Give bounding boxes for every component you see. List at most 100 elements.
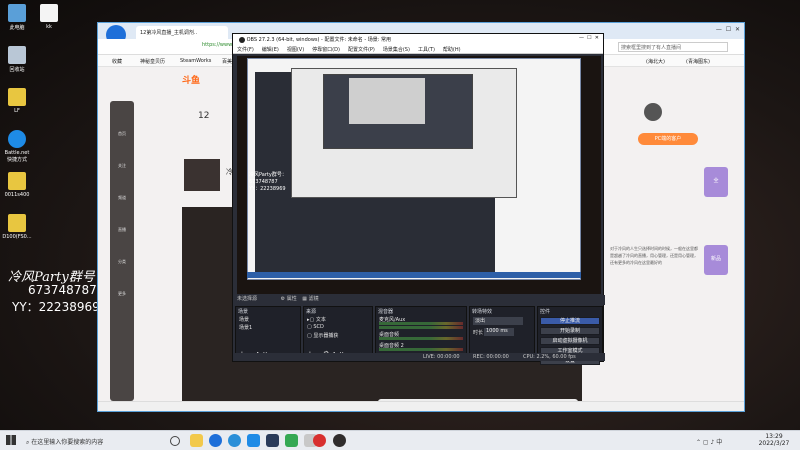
menu-item[interactable]: 停靠窗口(D) [308, 44, 344, 55]
battlenet-icon [8, 130, 26, 148]
document-icon [8, 88, 26, 106]
virtual-camera-button[interactable]: 启动虚拟摄像机 [540, 337, 600, 345]
taskbar: ⌕ 在这里输入你要搜索的内容 ⌃ ▢ ♪ 中 13:29 2022/3/27 [0, 430, 800, 450]
menu-item[interactable]: 场景集合(S) [379, 44, 414, 55]
video-thumbnail [184, 159, 220, 191]
audio-meter [379, 326, 463, 329]
browser-tab-title: 12第冷风直播_主机调剂.. [140, 30, 198, 36]
bookmark-item[interactable]: 收藏 [112, 58, 122, 65]
address-input[interactable]: https://www. [202, 42, 236, 52]
source-item[interactable]: ▸▢ 文本 [304, 315, 372, 323]
maximize-icon[interactable]: ☐ [587, 35, 591, 41]
audio-meter [379, 337, 463, 340]
bookmark-item[interactable]: SteamWorks [180, 58, 211, 64]
pc-client-badge[interactable]: PC端的客户 [638, 133, 698, 145]
start-button[interactable] [6, 435, 16, 445]
file-explorer-icon[interactable] [190, 434, 203, 447]
bookmark-item[interactable]: 神秘皇贝历 [140, 58, 165, 65]
sidebar-item[interactable]: 更多 [110, 291, 134, 297]
promo-card[interactable]: 新品 [704, 245, 728, 275]
maximize-icon[interactable]: ☐ [726, 26, 731, 33]
dock-title: 转场特效 [472, 309, 493, 315]
source-toolbar: 未选择源 ⚙ 属性 ▦ 滤镜 [233, 295, 605, 305]
menu-item[interactable]: 配置文件(P) [344, 44, 379, 55]
source-item[interactable]: ▢ SCD [304, 323, 372, 331]
desktop-icon-battlenet[interactable]: Battle.net 快捷方式 [0, 130, 34, 163]
sidebar-item[interactable]: 首页 [110, 131, 134, 137]
filters-button[interactable]: ▦ 滤镜 [302, 296, 318, 302]
preview-taskbar [247, 272, 581, 278]
overlay-group-number: 673748787 [28, 283, 97, 297]
menu-item[interactable]: 工具(T) [414, 44, 439, 55]
desktop-icon-label: LF [14, 108, 20, 114]
page-description: 对于冷风的人生只选择时间的时候，一般在这里都是超越了冷风的直播，用心管理，还是用… [610, 246, 698, 265]
sidebar-item[interactable]: 频道 [110, 195, 134, 201]
close-icon[interactable]: ✕ [735, 26, 740, 33]
site-logo[interactable]: 斗鱼 [182, 73, 200, 86]
mixer-channel-name: 桌面音频 [379, 332, 400, 338]
search-box[interactable]: 搜索框里搜到了有人直播间 [618, 42, 728, 52]
system-tray[interactable]: ⌃ ▢ ♪ 中 [696, 437, 722, 446]
menu-item[interactable]: 帮助(H) [439, 44, 465, 55]
edge-icon[interactable] [228, 434, 241, 447]
obs-preview[interactable]: 冷风Party群号： 673748787 YY：22238969 [237, 56, 601, 294]
sidebar-item[interactable]: 分类 [110, 259, 134, 265]
close-icon[interactable]: ✕ [595, 35, 599, 41]
computer-icon [8, 4, 26, 22]
dock-title: 混音器 [378, 309, 394, 315]
netease-icon[interactable] [313, 434, 326, 447]
obs-taskbar-icon[interactable] [333, 434, 346, 447]
scene-item[interactable]: 场景 [236, 315, 300, 323]
desktop-icon-recycle-bin[interactable]: 回收站 [0, 46, 34, 73]
window-controls: — ☐ ✕ [716, 26, 740, 33]
browser-app-icon[interactable] [209, 434, 222, 447]
menu-item[interactable]: 视图(V) [283, 44, 308, 55]
source-item[interactable]: ▢ 显示器捕获 [304, 331, 372, 339]
dock-title: 控件 [540, 309, 551, 315]
stop-streaming-button[interactable]: 停止推流 [540, 317, 600, 325]
menu-item[interactable]: 文件(F) [233, 44, 258, 55]
battlenet-taskbar-icon[interactable] [247, 434, 260, 447]
desktop-icon-label: D100(FS0... [2, 234, 32, 240]
minimize-icon[interactable]: — [716, 26, 722, 33]
bookmark-item[interactable]: 百美 [222, 58, 232, 65]
obs-menu-bar: 文件(F) 编辑(E) 视图(V) 停靠窗口(D) 配置文件(P) 场景集合(S) 工具(T… [233, 44, 603, 54]
minimize-icon[interactable]: — [579, 35, 584, 41]
desktop-icon-kk[interactable]: kk [32, 4, 66, 30]
avatar[interactable] [644, 103, 662, 121]
desktop-icon-0011s400[interactable]: 0011s400 [0, 172, 34, 198]
start-recording-button[interactable]: 开始录制 [540, 327, 600, 335]
sidebar-item[interactable]: 直播 [110, 227, 134, 233]
desktop-icon-lf[interactable]: LF [0, 88, 34, 114]
page-sidebar: 首页 关注 频道 直播 分类 更多 [110, 101, 134, 401]
overlay-yy-line: YY：22238969 [12, 300, 100, 314]
duration-input[interactable]: 1000 ms [484, 328, 514, 336]
app-icon[interactable] [285, 434, 298, 447]
taskbar-search-field[interactable]: ⌕ 在这里输入你要搜索的内容 [22, 434, 162, 448]
no-source-label: 未选择源 [237, 296, 258, 302]
clock[interactable]: 13:29 2022/3/27 [756, 433, 792, 447]
desktop-icon-label: 回收站 [9, 67, 25, 73]
bookmark-item[interactable]: (青海图东) [686, 58, 710, 65]
obs-window-title: OBS 27.2.3 (64-bit, windows) - 配置文件: 未命名… [246, 37, 391, 43]
steam-icon[interactable] [266, 434, 279, 447]
obs-logo-icon [239, 36, 245, 43]
bookmark-item[interactable]: (海北大) [646, 58, 665, 65]
file-icon [40, 4, 58, 22]
sidebar-item[interactable]: 关注 [110, 163, 134, 169]
browser-tab[interactable]: 12第冷风直播_主机调剂.. [136, 26, 228, 39]
menu-item[interactable]: 编辑(E) [258, 44, 283, 55]
obs-window: OBS 27.2.3 (64-bit, windows) - 配置文件: 未命名… [232, 33, 605, 365]
desktop-icon-label: kk [46, 24, 52, 30]
duration-label: 时长 [473, 330, 484, 336]
preview-nested-inner2 [349, 78, 425, 124]
desktop-icon-this-pc[interactable]: 此电脑 [0, 4, 34, 31]
properties-button[interactable]: ⚙ 属性 [281, 296, 297, 302]
scene-item[interactable]: 场景1 [236, 323, 300, 331]
document-icon [8, 214, 26, 232]
transition-select[interactable]: 淡出 [473, 317, 523, 325]
desktop-icon-d100[interactable]: D100(FS0... [0, 214, 34, 240]
promo-card[interactable]: 全 [704, 167, 728, 197]
mixer-channel-name: 桌面音频 2 [379, 343, 404, 349]
task-view-icon[interactable] [170, 436, 180, 446]
